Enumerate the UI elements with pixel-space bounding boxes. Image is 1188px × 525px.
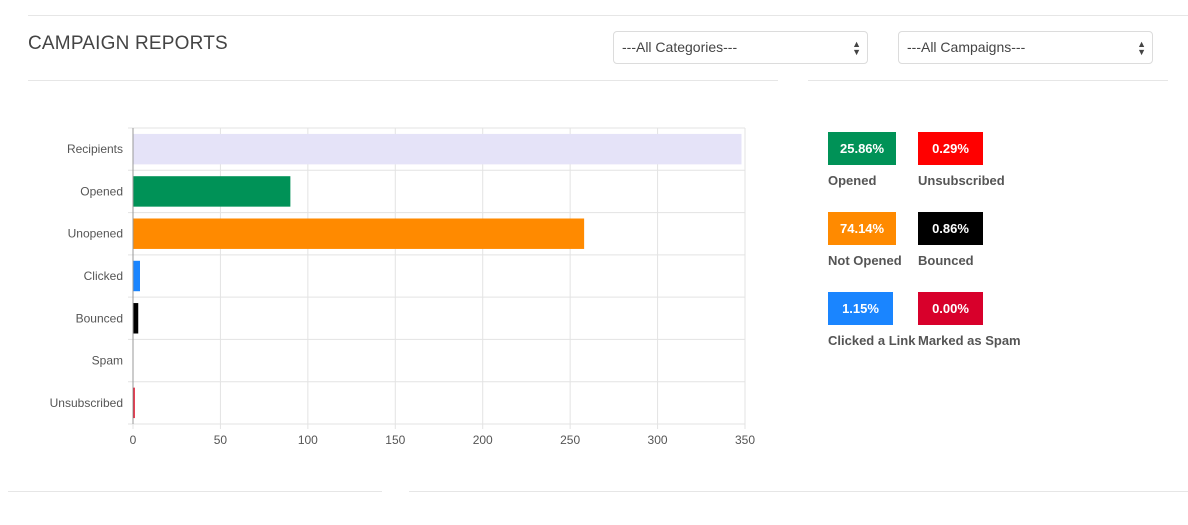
stat-value-badge: 0.29% bbox=[918, 132, 983, 165]
stat-value-badge: 74.14% bbox=[828, 212, 897, 245]
stat-label: Bounced bbox=[918, 253, 974, 268]
x-tick-label: 100 bbox=[298, 433, 318, 447]
bar-bounced bbox=[133, 303, 139, 334]
stat-label: Opened bbox=[828, 173, 877, 188]
category-label: Clicked bbox=[84, 269, 123, 283]
x-tick-label: 0 bbox=[130, 433, 137, 447]
bar-recipients bbox=[133, 133, 742, 165]
x-tick-label: 200 bbox=[473, 433, 493, 447]
bar-clicked bbox=[133, 260, 140, 292]
bar-unopened bbox=[133, 218, 585, 249]
stat-value-badge: 1.15% bbox=[828, 292, 893, 325]
bottom-divider-left bbox=[8, 491, 382, 492]
x-tick-label: 50 bbox=[214, 433, 228, 447]
stat-value-badge: 0.00% bbox=[918, 292, 983, 325]
category-label: Recipients bbox=[67, 142, 123, 156]
stat-value-badge: 0.86% bbox=[918, 212, 983, 245]
x-tick-label: 150 bbox=[385, 433, 405, 447]
stat-opened: 25.86% Opened bbox=[828, 132, 928, 188]
select-arrows-icon: ▲ ▼ bbox=[852, 38, 861, 57]
stat-clicked-a-link: 1.15% Clicked a Link bbox=[828, 292, 928, 348]
category-label: Opened bbox=[80, 184, 123, 198]
stat-unsubscribed: 0.29% Unsubscribed bbox=[918, 132, 1018, 188]
stat-not-opened: 74.14% Not Opened bbox=[828, 212, 928, 268]
stat-label: Not Opened bbox=[828, 253, 902, 268]
category-label: Spam bbox=[92, 354, 123, 368]
bar-opened bbox=[133, 176, 291, 207]
category-label: Unsubscribed bbox=[50, 396, 123, 410]
stat-marked-as-spam: 0.00% Marked as Spam bbox=[918, 292, 1021, 348]
stat-value-badge: 25.86% bbox=[828, 132, 897, 165]
stat-label: Marked as Spam bbox=[918, 333, 1021, 348]
category-label: Bounced bbox=[76, 311, 123, 325]
category-label: Unopened bbox=[68, 227, 123, 241]
select-arrows-icon: ▲ ▼ bbox=[1137, 38, 1146, 57]
x-tick-label: 350 bbox=[735, 433, 755, 447]
campaign-bar-chart: 0 50 100 150 200 250 300 350 Recipients Opened Uno… bbox=[50, 127, 755, 447]
bottom-divider-right bbox=[409, 491, 1188, 492]
campaign-select[interactable]: ---All Campaigns--- ▲ ▼ bbox=[898, 31, 1153, 64]
campaign-select-value: ---All Campaigns--- bbox=[907, 39, 1026, 55]
stat-bounced: 0.86% Bounced bbox=[918, 212, 1018, 268]
x-tick-label: 250 bbox=[560, 433, 580, 447]
stat-label: Clicked a Link bbox=[828, 333, 916, 348]
stat-label: Unsubscribed bbox=[918, 173, 1005, 188]
header-divider-right bbox=[808, 80, 1168, 81]
x-tick-label: 300 bbox=[648, 433, 668, 447]
